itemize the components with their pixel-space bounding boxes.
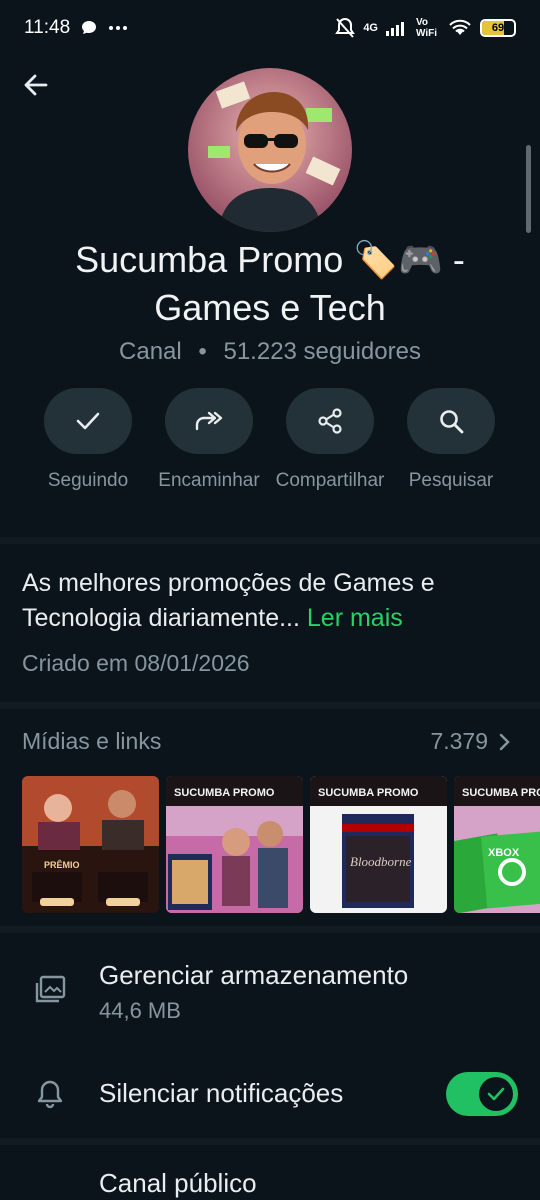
thumb-caption: PRÊMIO: [44, 859, 80, 870]
share-button[interactable]: Compartilhar: [268, 388, 392, 494]
divider: [0, 702, 540, 709]
mute-title: Silenciar notificações: [99, 1078, 344, 1108]
share-label: Compartilhar: [275, 470, 385, 491]
search-label: Pesquisar: [408, 470, 494, 491]
check-icon: [487, 1087, 505, 1101]
thumb-caption: XBOX: [488, 847, 520, 859]
wifi-icon: [448, 19, 472, 37]
media-title: Mídias e links: [22, 728, 162, 754]
check-icon: [76, 412, 100, 430]
mute-toggle[interactable]: [446, 1072, 518, 1116]
divider: [0, 537, 540, 544]
status-bar: 11:48 4G Vo WiFi 69: [0, 0, 540, 56]
search-button-circle[interactable]: [407, 388, 495, 454]
channel-name: Sucumba Promo 🏷️🎮 - Games e Tech: [75, 239, 465, 328]
bell-icon: [30, 1074, 70, 1114]
search-icon: [440, 410, 464, 434]
forward-button[interactable]: Encaminhar: [147, 388, 271, 494]
channel-avatar[interactable]: [188, 68, 352, 232]
battery-level: 69: [491, 22, 505, 34]
thumb-caption: Bloodborne: [350, 854, 412, 869]
channel-description: As melhores promoções de Games e Tecnolo…: [22, 566, 522, 636]
share-icon: [318, 408, 342, 434]
toggle-knob: [479, 1077, 513, 1111]
signal-icon: [386, 20, 408, 36]
public-title: Canal público: [99, 1168, 257, 1198]
arrow-left-icon: [24, 74, 48, 96]
forward-button-circle[interactable]: [165, 388, 253, 454]
media-count: 7.379: [430, 728, 488, 754]
thumb-brand: SUCUMBA PROMO: [462, 787, 540, 799]
scrollbar[interactable]: [526, 145, 531, 233]
forward-label: Encaminhar: [158, 470, 260, 491]
media-thumb-2[interactable]: SUCUMBA PROMO: [166, 776, 303, 913]
media-header[interactable]: Mídias e links 7.379: [22, 728, 510, 755]
channel-meta: Canal • 51.223 seguidores: [0, 338, 540, 366]
meta-separator: •: [198, 338, 207, 365]
thumb-brand: SUCUMBA PROMO: [318, 787, 419, 799]
read-more-link[interactable]: Ler mais: [307, 604, 403, 632]
follow-button-circle[interactable]: [44, 388, 132, 454]
network-label: 4G: [363, 22, 378, 34]
share-button-circle[interactable]: [286, 388, 374, 454]
media-thumb-4[interactable]: SUCUMBA PROMO XBOX: [454, 776, 540, 913]
search-button[interactable]: Pesquisar: [389, 388, 513, 494]
media-thumb-1[interactable]: PRÊMIO: [22, 776, 159, 913]
battery-icon: 69: [480, 19, 516, 37]
divider: [0, 1138, 540, 1145]
chevron-right-icon: [499, 733, 510, 750]
chat-bubble-icon: [80, 19, 98, 37]
mute-bell-icon: [335, 17, 356, 39]
more-dots-icon: [108, 25, 128, 31]
media-thumbnails: PRÊMIO SUCUMBA PROMO SUCUMBA PROMO Blood…: [22, 776, 540, 914]
back-button[interactable]: [18, 68, 52, 102]
public-channel-row[interactable]: Canal público: [0, 1150, 540, 1200]
media-count-link[interactable]: 7.379: [430, 728, 510, 755]
action-bar: Seguindo Encaminhar Compartilhar Pesquis…: [0, 388, 540, 524]
follower-count: 51.223 seguidores: [223, 338, 421, 365]
thumb-brand: SUCUMBA PROMO: [174, 787, 275, 799]
forward-icon: [195, 411, 223, 431]
storage-title: Gerenciar armazenamento: [99, 960, 409, 990]
created-date: Criado em 08/01/2026: [22, 650, 250, 676]
storage-size: 44,6 MB: [99, 998, 181, 1023]
divider: [0, 926, 540, 933]
media-thumb-3[interactable]: SUCUMBA PROMO Bloodborne: [310, 776, 447, 913]
storage-icon: [30, 970, 70, 1010]
manage-storage-row[interactable]: Gerenciar armazenamento 44,6 MB: [0, 940, 540, 1036]
follow-label: Seguindo: [47, 470, 129, 491]
follow-button[interactable]: Seguindo: [26, 388, 150, 494]
channel-type: Canal: [119, 338, 182, 365]
vowifi-label: Vo WiFi: [416, 17, 438, 39]
status-time: 11:48: [24, 17, 71, 38]
